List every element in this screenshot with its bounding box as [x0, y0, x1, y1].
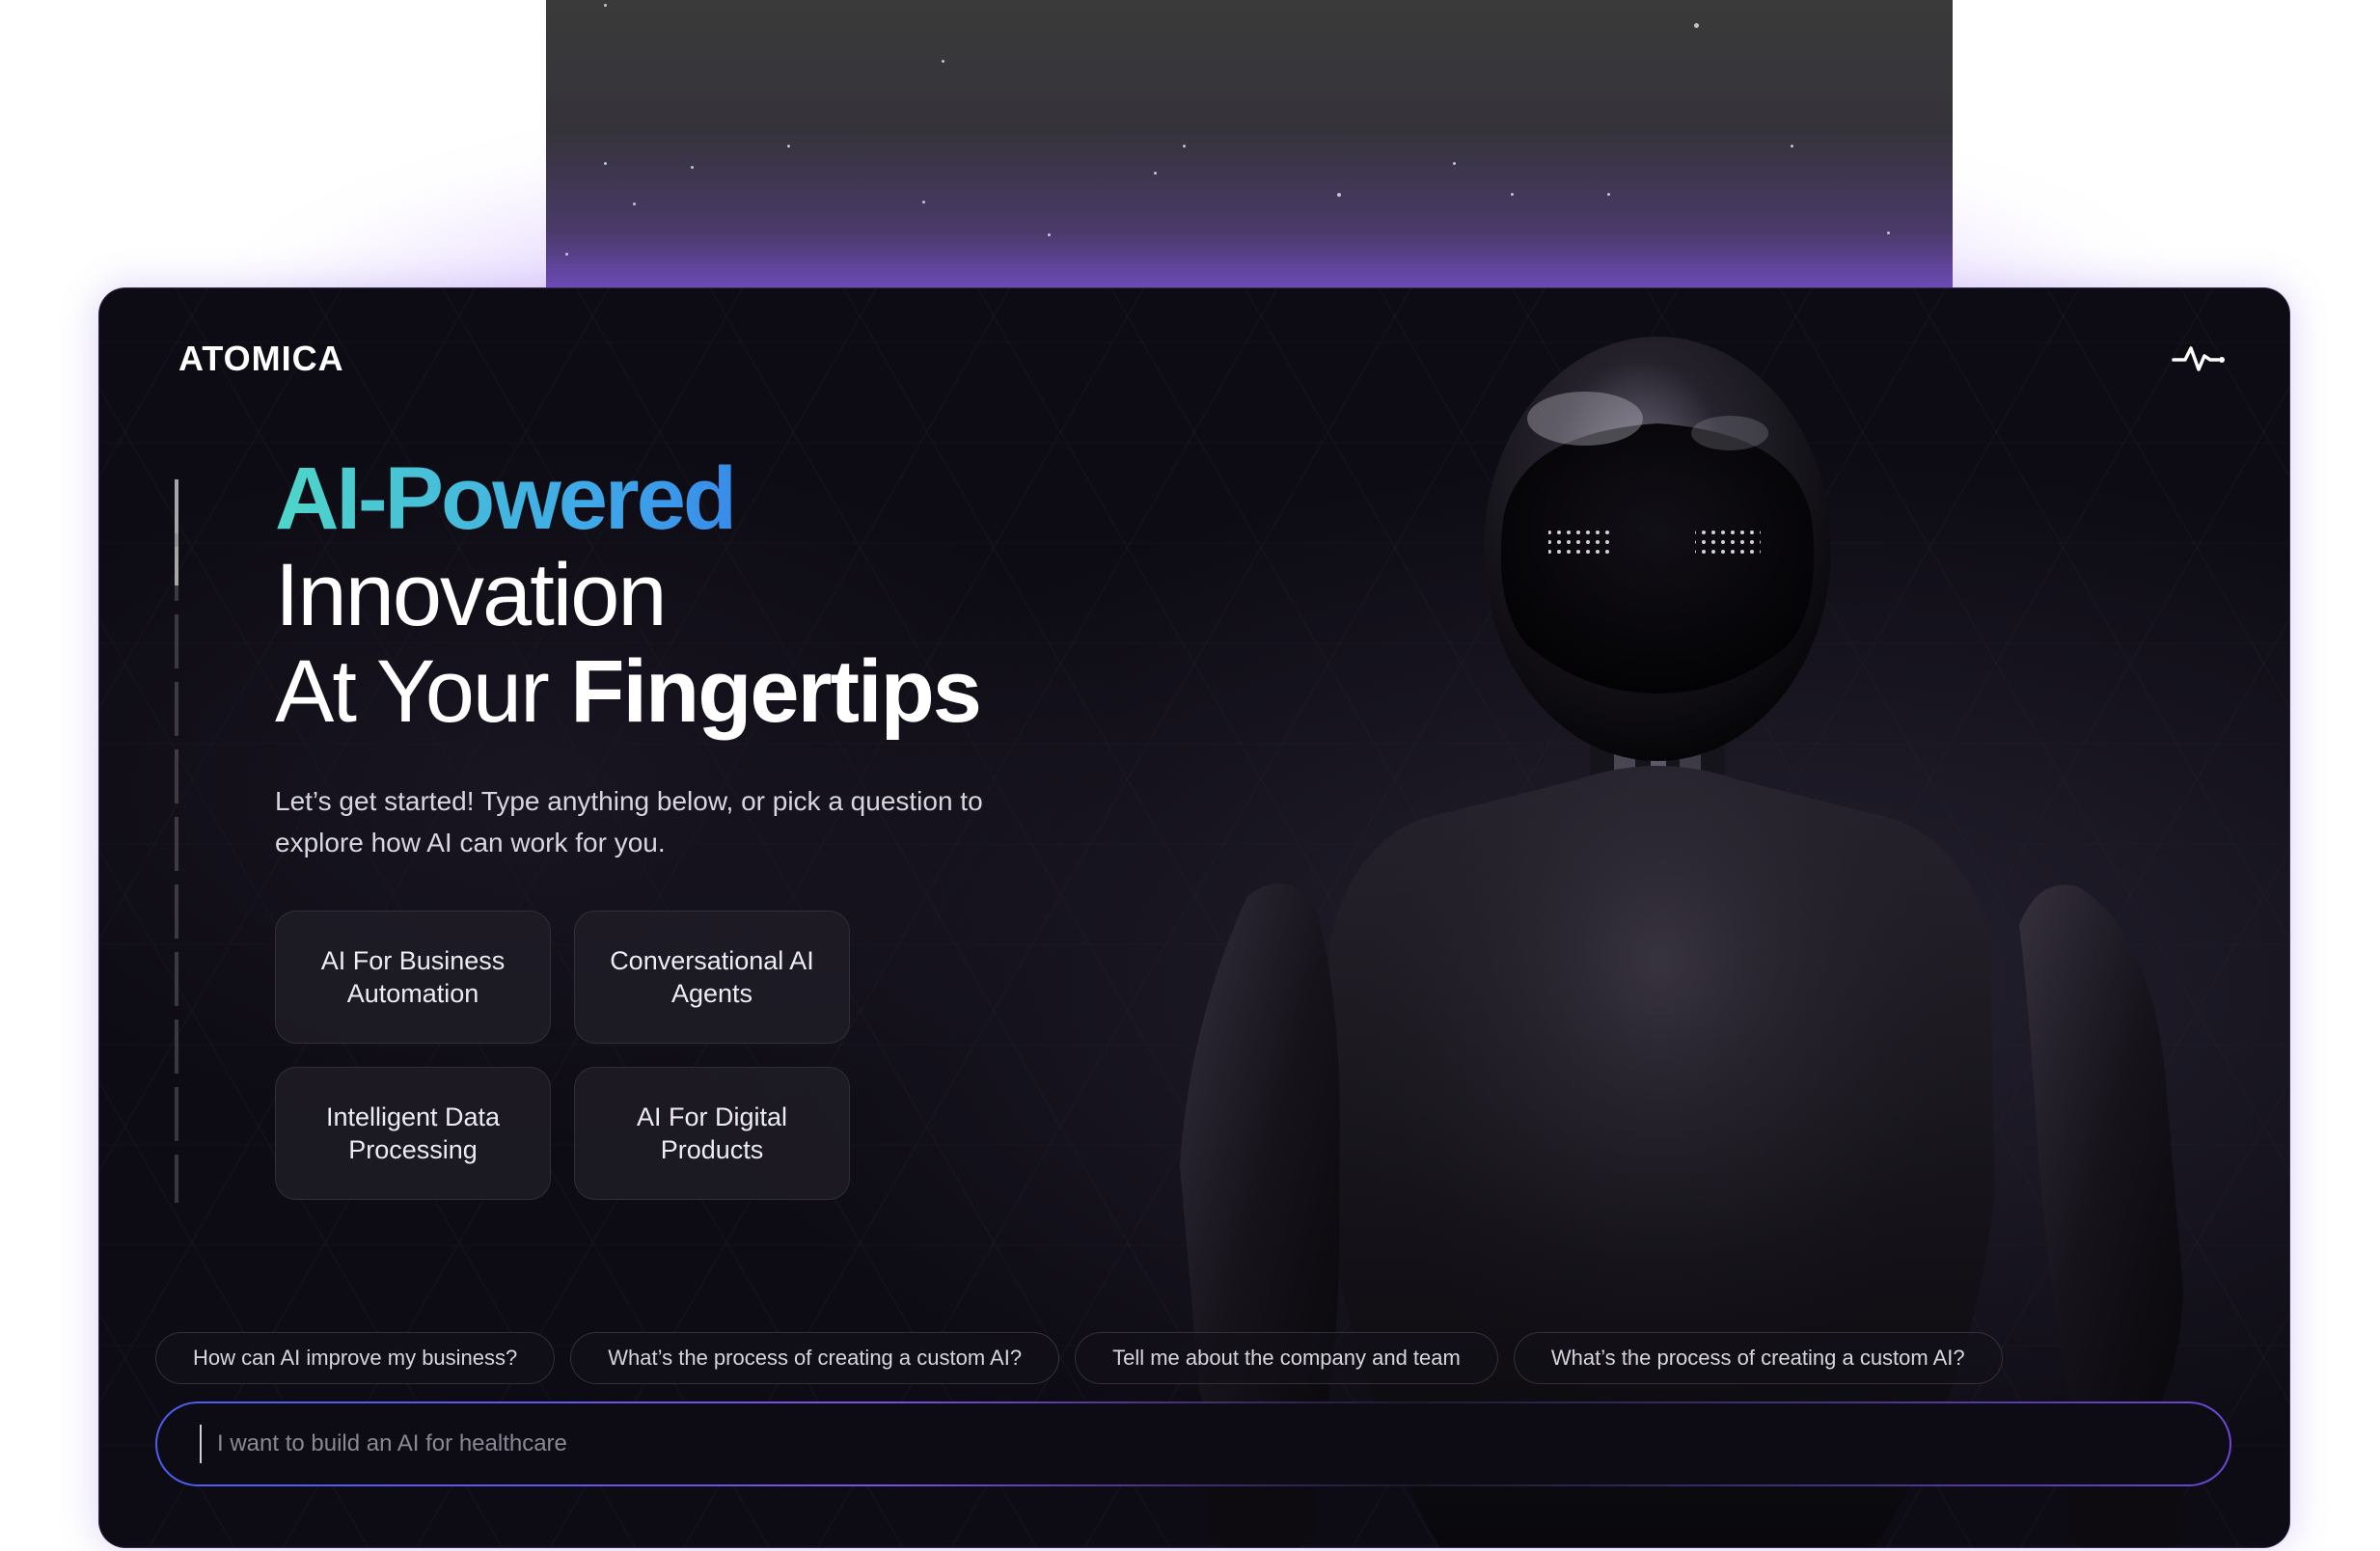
- topic-card-business-automation[interactable]: AI For Business Automation: [275, 911, 551, 1044]
- text-cursor: [200, 1425, 202, 1463]
- suggestion-chip[interactable]: What’s the process of creating a custom …: [1513, 1332, 2003, 1384]
- suggestion-chip[interactable]: How can AI improve my business?: [155, 1332, 556, 1384]
- chat-input[interactable]: [215, 1429, 2230, 1458]
- screen: ATOMICA AI-Powered Innovation At Your Fi…: [0, 0, 2380, 1551]
- topic-card-data-processing[interactable]: Intelligent Data Processing: [275, 1067, 551, 1200]
- hero-headline: AI-Powered Innovation At Your Fingertips: [275, 454, 982, 736]
- suggestion-chip[interactable]: What’s the process of creating a custom …: [570, 1332, 1060, 1384]
- progress-indicator: [175, 479, 178, 1203]
- headline-line-1: AI-Powered: [275, 454, 980, 549]
- brand-logo[interactable]: ATOMICA: [178, 339, 344, 379]
- activity-pulse-icon: [2172, 346, 2225, 371]
- headline-line-3-bold: Fingertips: [570, 642, 982, 741]
- hero-subtitle: Let’s get started! Type anything below, …: [275, 786, 983, 857]
- topic-grid: AI For Business Automation Conversationa…: [275, 911, 850, 1200]
- suggestion-chips: How can AI improve my business? What’s t…: [155, 1332, 2003, 1384]
- activity-pulse-button[interactable]: [2168, 331, 2230, 385]
- topic-card-digital-products[interactable]: AI For Digital Products: [574, 1067, 850, 1200]
- suggestion-chip[interactable]: Tell me about the company and team: [1075, 1332, 1498, 1384]
- main-card: ATOMICA AI-Powered Innovation At Your Fi…: [98, 287, 2290, 1548]
- headline-line-2: Innovation: [275, 546, 668, 644]
- topic-card-conversational-agents[interactable]: Conversational AI Agents: [574, 911, 850, 1044]
- starfield-panel: [546, 0, 1953, 289]
- headline-line-3: At Your Fingertips: [275, 647, 982, 736]
- progress-indicator-active: [175, 479, 178, 585]
- chat-input-box[interactable]: [157, 1403, 2230, 1484]
- chat-input-container: [155, 1401, 2231, 1486]
- headline-line-3-regular: At Your: [275, 642, 571, 741]
